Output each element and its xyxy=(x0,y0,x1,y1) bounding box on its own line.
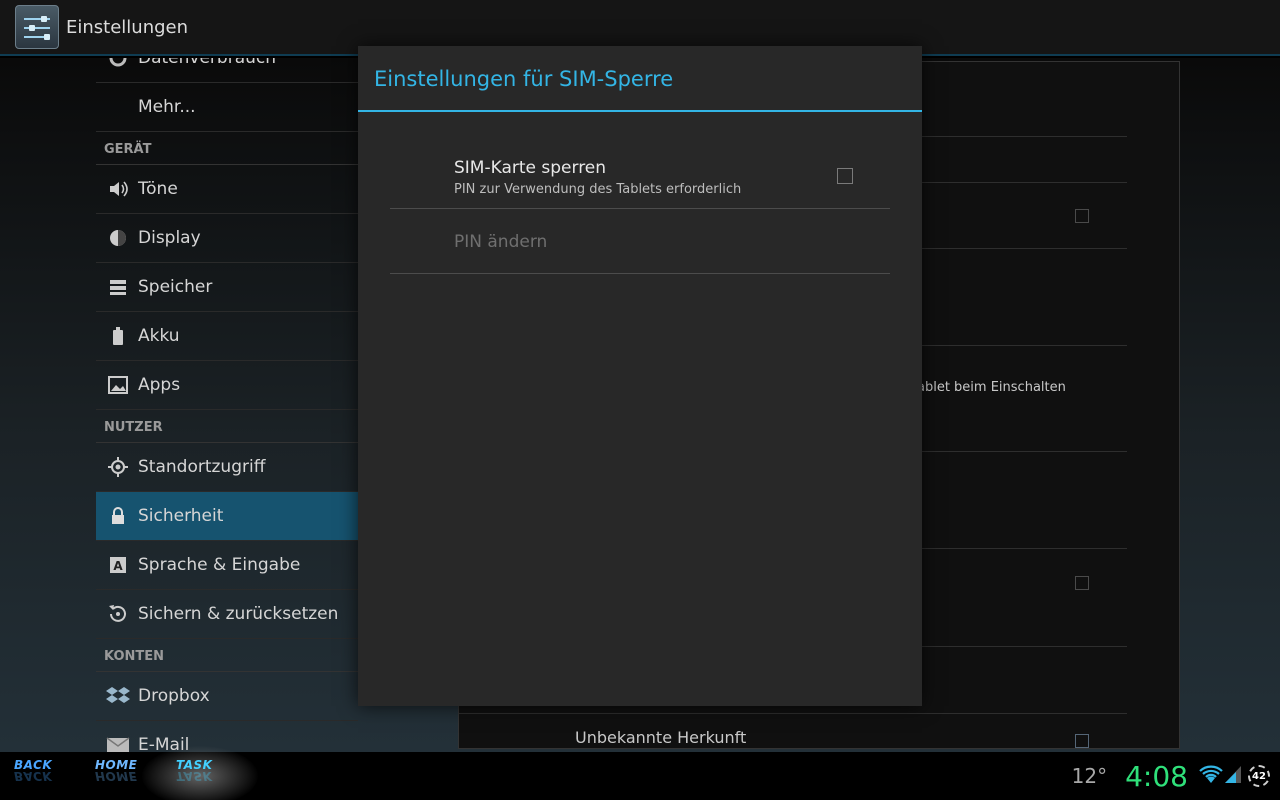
sidebar-item-battery[interactable]: Akku xyxy=(96,312,358,361)
sidebar-item-language-input[interactable]: A Sprache & Eingabe xyxy=(96,541,358,590)
signal-icon xyxy=(1224,764,1242,788)
unknown-sources-label[interactable]: Unbekannte Herkunft xyxy=(575,728,746,747)
status-area[interactable]: 12° 4:08 42 xyxy=(1072,752,1270,800)
lock-sim-summary: PIN zur Verwendung des Tablets erforderl… xyxy=(454,182,742,197)
location-icon xyxy=(106,455,130,479)
wifi-icon xyxy=(1198,763,1224,789)
clock: 4:08 xyxy=(1125,759,1188,793)
data-usage-icon xyxy=(106,58,130,70)
sidebar-item-display[interactable]: Display xyxy=(96,214,358,263)
sidebar-item-location[interactable]: Standortzugriff xyxy=(96,443,358,492)
sidebar-item-dropbox[interactable]: Dropbox xyxy=(96,672,358,721)
change-pin-title: PIN ändern xyxy=(454,232,548,252)
notification-count-badge: 42 xyxy=(1248,765,1270,787)
recent-apps-button[interactable]: TASK TASK xyxy=(176,758,212,794)
sidebar-item-security[interactable]: Sicherheit xyxy=(96,492,358,541)
detail-partial-text: ablet beim Einschalten xyxy=(917,380,1066,395)
volume-icon xyxy=(106,177,130,201)
settings-app-icon[interactable] xyxy=(15,5,59,49)
lock-sim-title: SIM-Karte sperren xyxy=(454,158,607,178)
sidebar-item-email[interactable]: E-Mail xyxy=(96,721,358,752)
battery-icon xyxy=(106,324,130,348)
lock-sim-checkbox[interactable] xyxy=(837,168,853,184)
section-header-device: GERÄT xyxy=(96,132,358,165)
action-bar-title: Einstellungen xyxy=(66,16,189,38)
lock-icon xyxy=(106,504,130,528)
home-button[interactable]: HOME HOME xyxy=(95,758,137,794)
checkbox[interactable] xyxy=(1075,576,1089,590)
sidebar-item-data-usage[interactable]: Datenverbrauch xyxy=(96,58,358,83)
email-icon xyxy=(106,733,130,752)
storage-icon xyxy=(106,275,130,299)
apps-icon xyxy=(106,373,130,397)
unknown-sources-checkbox[interactable] xyxy=(1075,734,1089,748)
navigation-bar: BACK BACK HOME HOME TASK TASK 12° 4:08 4… xyxy=(0,746,1280,800)
sidebar-item-sounds[interactable]: Töne xyxy=(96,165,358,214)
section-header-accounts: KONTEN xyxy=(96,639,358,672)
change-pin-preference[interactable]: PIN ändern xyxy=(390,209,890,274)
checkbox[interactable] xyxy=(1075,209,1089,223)
svg-text:A: A xyxy=(113,559,123,573)
section-header-user: NUTZER xyxy=(96,410,358,443)
brightness-icon xyxy=(106,226,130,250)
sidebar-item-storage[interactable]: Speicher xyxy=(96,263,358,312)
lock-sim-preference[interactable]: SIM-Karte sperren PIN zur Verwendung des… xyxy=(390,144,890,209)
sidebar-item-backup-reset[interactable]: Sichern & zurücksetzen xyxy=(96,590,358,639)
back-button[interactable]: BACK BACK xyxy=(14,758,52,794)
divider xyxy=(459,713,1127,714)
dialog-title: Einstellungen für SIM-Sperre xyxy=(358,46,922,112)
temperature: 12° xyxy=(1071,764,1108,788)
keyboard-icon: A xyxy=(106,553,130,577)
settings-sidebar: Datenverbrauch Mehr... GERÄT Töne Displa… xyxy=(96,58,358,752)
backup-icon xyxy=(106,602,130,626)
sim-lock-dialog: Einstellungen für SIM-Sperre SIM-Karte s… xyxy=(358,46,922,706)
sidebar-item-more[interactable]: Mehr... xyxy=(96,83,358,132)
sidebar-item-apps[interactable]: Apps xyxy=(96,361,358,410)
dropbox-icon xyxy=(106,684,130,708)
